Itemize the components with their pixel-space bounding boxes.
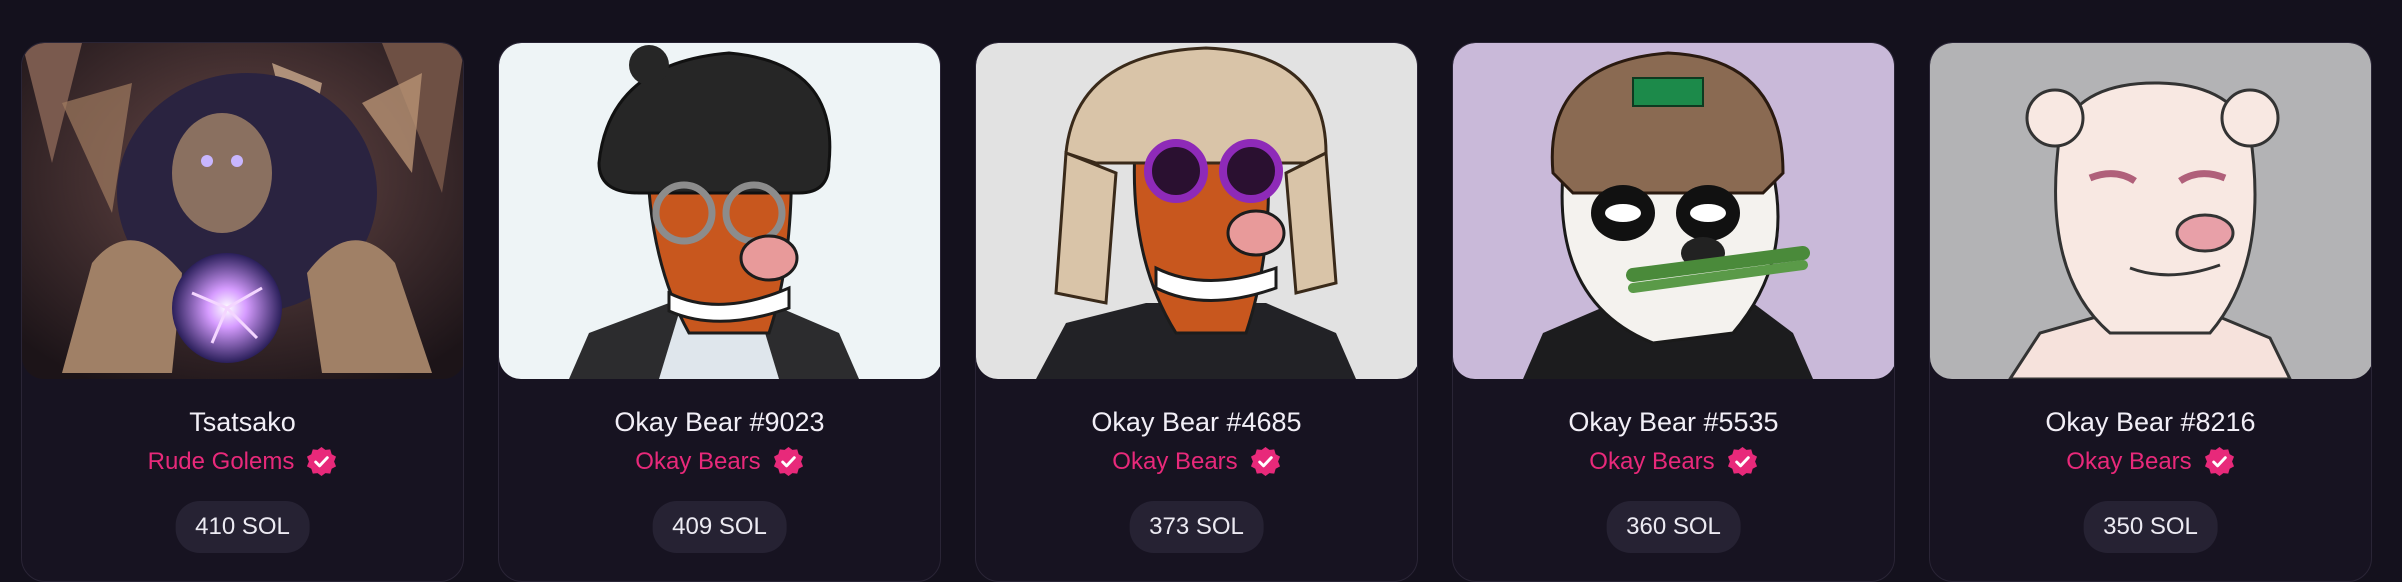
verified-check-icon	[306, 446, 337, 477]
verified-check-icon	[1250, 446, 1281, 477]
collection-link[interactable]: Okay Bears	[635, 448, 760, 476]
verified-check-icon	[2204, 446, 2235, 477]
nft-title[interactable]: Tsatsako	[22, 407, 463, 438]
collection-row: Okay Bears	[1453, 446, 1894, 477]
nft-card-okay-bear-4685[interactable]: Okay Bear #4685 Okay Bears 373 SOL	[975, 42, 1418, 582]
price-badge: 360 SOL	[1606, 501, 1741, 553]
nft-image[interactable]	[1930, 43, 2371, 379]
nft-title[interactable]: Okay Bear #9023	[499, 407, 940, 438]
nft-card-okay-bear-9023[interactable]: Okay Bear #9023 Okay Bears 409 SOL	[498, 42, 941, 582]
nft-card-okay-bear-8216[interactable]: Okay Bear #8216 Okay Bears 350 SOL	[1929, 42, 2372, 582]
collection-link[interactable]: Rude Golems	[148, 448, 295, 476]
nft-image[interactable]	[22, 43, 463, 379]
nft-title[interactable]: Okay Bear #5535	[1453, 407, 1894, 438]
price-badge: 350 SOL	[2083, 501, 2218, 553]
collection-row: Okay Bears	[1930, 446, 2371, 477]
nft-card-okay-bear-5535[interactable]: Okay Bear #5535 Okay Bears 360 SOL	[1452, 42, 1895, 582]
nft-title[interactable]: Okay Bear #4685	[976, 407, 1417, 438]
collection-link[interactable]: Okay Bears	[2066, 448, 2191, 476]
collection-link[interactable]: Okay Bears	[1112, 448, 1237, 476]
nft-image[interactable]	[1453, 43, 1894, 379]
verified-check-icon	[773, 446, 804, 477]
price-badge: 373 SOL	[1129, 501, 1264, 553]
price-badge: 409 SOL	[652, 501, 787, 553]
price-badge: 410 SOL	[175, 501, 310, 553]
nft-card-row: Tsatsako Rude Golems 410 SOL Okay Bear #…	[21, 42, 2372, 582]
nft-title[interactable]: Okay Bear #8216	[1930, 407, 2371, 438]
collection-row: Okay Bears	[976, 446, 1417, 477]
collection-link[interactable]: Okay Bears	[1589, 448, 1714, 476]
nft-image[interactable]	[976, 43, 1417, 379]
verified-check-icon	[1727, 446, 1758, 477]
collection-row: Rude Golems	[22, 446, 463, 477]
collection-row: Okay Bears	[499, 446, 940, 477]
nft-card-tsatsako[interactable]: Tsatsako Rude Golems 410 SOL	[21, 42, 464, 582]
nft-image[interactable]	[499, 43, 940, 379]
